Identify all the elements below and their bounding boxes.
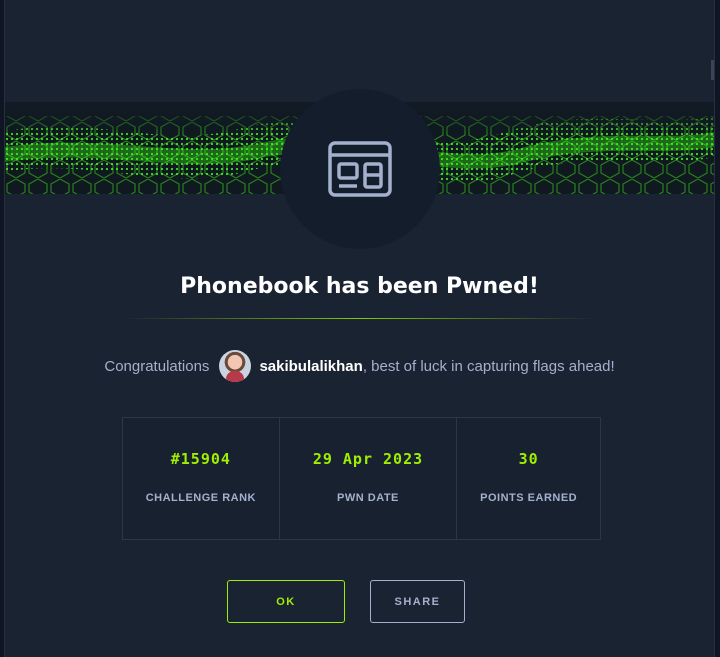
pwned-modal: Phonebook has been Pwned! Congratulation… [4, 0, 715, 657]
scrollbar-thumb[interactable] [711, 60, 714, 80]
stat-label: CHALLENGE RANK [145, 492, 256, 504]
stat-value: #15904 [170, 450, 231, 468]
stat-label: POINTS EARNED [480, 492, 578, 504]
stat-value: 29 Apr 2023 [312, 450, 424, 468]
stat-label: PWN DATE [337, 492, 399, 504]
stat-pwn-date: 29 Apr 2023 PWN DATE [280, 418, 458, 539]
stat-points-earned: 30 POINTS EARNED [457, 418, 600, 539]
user-avatar[interactable] [219, 350, 252, 382]
modal-title: Phonebook has been Pwned! [180, 274, 539, 299]
congrats-prefix: Congratulations [104, 357, 210, 375]
stats-panel: #15904 CHALLENGE RANK 29 Apr 2023 PWN DA… [122, 417, 601, 540]
title-divider [125, 318, 595, 319]
web-challenge-icon [328, 141, 392, 197]
challenge-icon-circle [280, 89, 440, 249]
username-link[interactable]: sakibulalikhan [259, 358, 362, 375]
congrats-suffix: , best of luck in capturing flags ahead! [362, 357, 615, 375]
ok-button[interactable]: OK [227, 580, 345, 623]
stat-value: 30 [518, 450, 539, 468]
stat-challenge-rank: #15904 CHALLENGE RANK [123, 418, 280, 539]
congrats-message: Congratulations sakibulalikhan , best of… [5, 350, 714, 382]
share-button[interactable]: SHARE [370, 580, 465, 623]
